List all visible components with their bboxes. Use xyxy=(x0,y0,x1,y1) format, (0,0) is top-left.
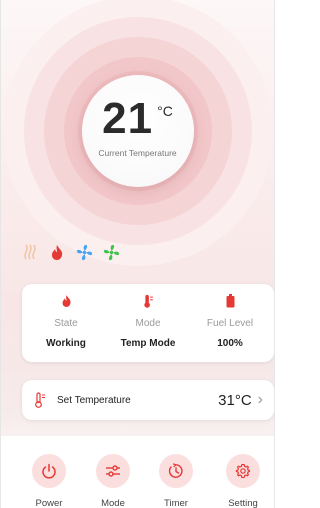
timer-label: Timer xyxy=(164,498,188,508)
state-value: Working xyxy=(46,338,86,349)
mode-column: Mode Temp Mode xyxy=(106,294,190,349)
fuel-tank-icon xyxy=(188,294,272,310)
fuel-value: 100% xyxy=(217,338,243,349)
fan-eco-icon[interactable] xyxy=(102,243,120,261)
setting-button[interactable]: Setting xyxy=(213,454,273,508)
set-temperature-label: Set Temperature xyxy=(57,394,131,406)
temperature-dial: 21 °C Current Temperature xyxy=(81,75,194,187)
heater-app-screen: 21°C Current Temperature State Working xyxy=(0,0,275,508)
bottom-navigation: Power Mode Timer Setting xyxy=(1,436,274,508)
timer-icon xyxy=(159,454,193,488)
temperature-unit: °C xyxy=(157,103,173,119)
fuel-column: Fuel Level 100% xyxy=(188,294,272,349)
fan-icon[interactable] xyxy=(75,243,93,261)
sliders-icon xyxy=(96,454,130,488)
thermometer-icon xyxy=(106,294,190,310)
state-column: State Working xyxy=(24,294,108,349)
current-temperature-label: Current Temperature xyxy=(98,148,177,158)
heat-waves-icon[interactable] xyxy=(21,243,39,261)
status-card: State Working Mode Temp Mode Fuel Level … xyxy=(22,284,274,362)
gear-icon xyxy=(226,454,260,488)
timer-button[interactable]: Timer xyxy=(146,454,206,508)
thermometer-icon xyxy=(33,392,49,408)
flame-icon[interactable] xyxy=(48,243,66,261)
mode-value: Temp Mode xyxy=(120,338,176,349)
mode-nav-label: Mode xyxy=(101,498,125,508)
power-button[interactable]: Power xyxy=(19,454,79,508)
mode-button[interactable]: Mode xyxy=(83,454,143,508)
mode-icon-row xyxy=(21,243,120,261)
mode-label: Mode xyxy=(135,318,161,329)
chevron-right-icon: › xyxy=(257,391,263,408)
state-label: State xyxy=(54,318,78,329)
fuel-label: Fuel Level xyxy=(206,318,254,329)
flame-icon xyxy=(24,294,108,310)
set-temperature-value: 31°C xyxy=(218,391,252,409)
current-temperature-value: 21 xyxy=(102,94,154,143)
power-label: Power xyxy=(35,498,63,508)
setting-label: Setting xyxy=(228,498,258,508)
set-temperature-row[interactable]: Set Temperature 31°C › xyxy=(22,380,274,420)
power-icon xyxy=(32,454,66,488)
